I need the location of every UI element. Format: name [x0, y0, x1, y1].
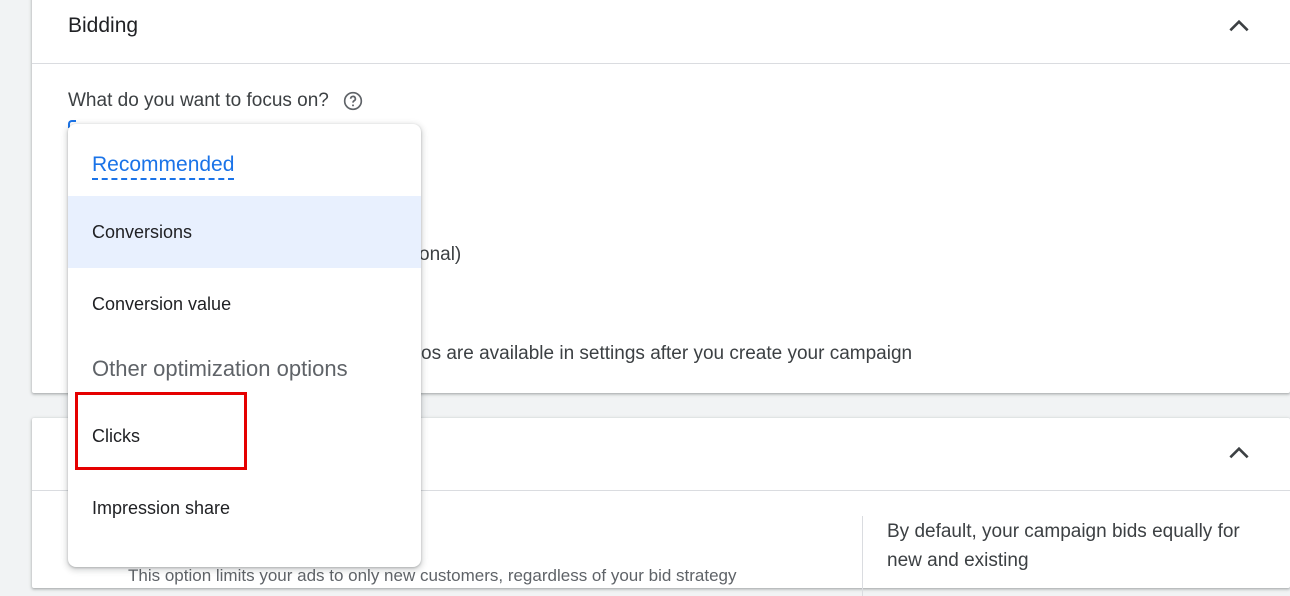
- option-conversions[interactable]: Conversions: [68, 196, 421, 268]
- acquisition-description: This option limits your ads to only new …: [128, 566, 737, 585]
- option-clicks[interactable]: Clicks: [68, 400, 421, 472]
- other-options-heading: Other optimization options: [92, 356, 348, 381]
- partial-option-text: onal): [419, 244, 462, 265]
- chevron-up-icon[interactable]: [1226, 13, 1252, 39]
- focus-dropdown-menu[interactable]: Recommended Conversions Conversion value…: [68, 124, 421, 567]
- vertical-divider: [862, 516, 863, 596]
- default-bids-note: By default, your campaign bids equally f…: [887, 521, 1240, 571]
- option-conversion-value[interactable]: Conversion value: [68, 268, 421, 340]
- help-circle-icon[interactable]: [343, 91, 363, 111]
- bidding-card-header[interactable]: Bidding: [32, 0, 1290, 64]
- focus-question-label: What do you want to focus on?: [68, 90, 329, 111]
- recommended-heading[interactable]: Recommended: [92, 153, 235, 180]
- partial-info-text: os are available in settings after you c…: [421, 343, 913, 364]
- focus-question-row: What do you want to focus on?: [68, 90, 363, 112]
- bidding-title: Bidding: [68, 14, 139, 37]
- option-impression-share[interactable]: Impression share: [68, 472, 421, 544]
- chevron-up-icon[interactable]: [1226, 440, 1252, 466]
